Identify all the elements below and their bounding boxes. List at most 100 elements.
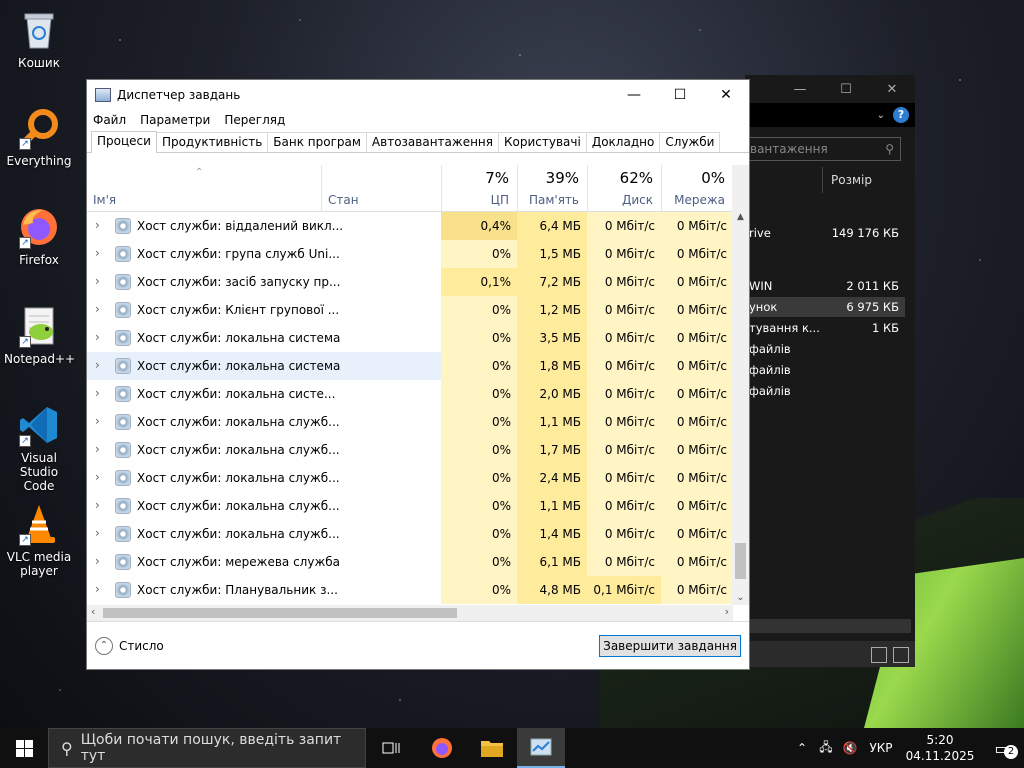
scroll-down-icon[interactable]: ⌄ [732, 592, 749, 603]
tiles-view-icon[interactable] [893, 647, 909, 663]
vertical-scrollbar[interactable]: ▲ ⌄ [732, 165, 749, 605]
background-explorer-window[interactable]: — ☐ ✕ ⌄ ? вантаження ⚲ Розмір rive 149 17… [745, 75, 915, 667]
process-name-cell: › Хост служби: Клієнт групової ... [87, 296, 441, 324]
list-item[interactable]: файлів [745, 381, 905, 401]
list-item[interactable]: WIN 2 011 КБ [745, 276, 905, 296]
explorer-search-input[interactable]: вантаження ⚲ [745, 137, 901, 161]
close-button[interactable]: ✕ [703, 80, 749, 109]
table-row[interactable]: › Хост служби: локальна система 0% 3,5 МБ 0 … [87, 324, 733, 352]
scroll-up-icon[interactable]: ▲ [732, 212, 749, 226]
list-item[interactable]: файлів [745, 360, 905, 380]
title-bar[interactable]: Диспетчер завдань — ☐ ✕ [87, 80, 749, 109]
table-row[interactable]: › Хост служби: віддалений викл... 0,4% 6,4 … [87, 212, 733, 240]
expand-chevron-icon[interactable]: › [95, 526, 100, 540]
column-size-header[interactable]: Розмір [823, 167, 872, 193]
volume-muted-icon[interactable]: 🔇 [838, 741, 862, 755]
desktop-icon-vscode[interactable]: ↗ Visual Studio Code [4, 403, 74, 493]
chevron-down-icon[interactable]: ⌄ [877, 110, 885, 121]
clock[interactable]: 5:20 04.11.2025 [900, 732, 980, 764]
task-view-button[interactable] [368, 728, 416, 768]
tab-app-history[interactable]: Банк програм [267, 132, 367, 152]
column-cpu-header[interactable]: 7% ЦП [441, 165, 517, 211]
table-row[interactable]: › Хост служби: локальна система 0% 1,8 МБ 0 … [87, 352, 733, 380]
notifications-button[interactable]: ▭ 2 [980, 739, 1024, 759]
expand-chevron-icon[interactable]: › [95, 386, 100, 400]
language-indicator[interactable]: УКР [862, 741, 900, 755]
horizontal-scrollbar[interactable] [749, 619, 911, 633]
cell-net: 0 Мбіт/с [661, 408, 733, 436]
show-hidden-icons-icon[interactable]: ⌃ [790, 741, 814, 755]
expand-chevron-icon[interactable]: › [95, 274, 100, 288]
task-manager-window[interactable]: Диспетчер завдань — ☐ ✕ Файл Параметри П… [86, 79, 750, 670]
expand-chevron-icon[interactable]: › [95, 498, 100, 512]
desktop-icon-everything[interactable]: ↗ Everything [4, 106, 74, 168]
expand-chevron-icon[interactable]: › [95, 442, 100, 456]
tab-users[interactable]: Користувачі [498, 132, 587, 152]
table-row[interactable]: › Хост служби: локальна служб... 0% 2,4 МБ 0… [87, 464, 733, 492]
start-button[interactable] [0, 728, 48, 768]
end-task-button[interactable]: Завершити завдання [599, 635, 741, 657]
scrollbar-thumb[interactable] [103, 608, 457, 618]
column-network-header[interactable]: 0% Мережа [661, 165, 733, 211]
list-item[interactable]: унок 6 975 КБ [745, 297, 905, 317]
column-memory-header[interactable]: 39% Пам'ять [517, 165, 587, 211]
scroll-left-icon[interactable]: ‹ [91, 605, 95, 618]
menu-file[interactable]: Файл [93, 113, 126, 127]
taskbar-task-manager[interactable] [517, 728, 565, 768]
cell-net: 0 Мбіт/с [661, 352, 733, 380]
scrollbar-thumb[interactable] [735, 543, 746, 579]
table-row[interactable]: › Хост служби: локальна служб... 0% 1,4 МБ 0… [87, 520, 733, 548]
scroll-right-icon[interactable]: › [725, 605, 729, 618]
desktop-icon-firefox[interactable]: ↗ Firefox [4, 205, 74, 267]
expand-chevron-icon[interactable]: › [95, 554, 100, 568]
list-item[interactable]: файлів [745, 339, 905, 359]
maximize-button[interactable]: ☐ [657, 80, 703, 109]
process-name-cell: › Хост служби: група служб Uni... [87, 240, 441, 268]
tab-startup[interactable]: Автозавантаження [365, 132, 499, 152]
column-status-header[interactable]: Стан [321, 165, 441, 211]
expand-chevron-icon[interactable]: › [95, 582, 100, 596]
table-row[interactable]: › Хост служби: група служб Uni... 0% 1,5 МБ… [87, 240, 733, 268]
desktop-icon-recycle-bin[interactable]: Кошик [4, 8, 74, 70]
expand-chevron-icon[interactable]: › [95, 470, 100, 484]
table-row[interactable]: › Хост служби: локальна служб... 0% 1,1 МБ 0… [87, 408, 733, 436]
table-row[interactable]: › Хост служби: локальна служб... 0% 1,7 МБ 0… [87, 436, 733, 464]
expand-chevron-icon[interactable]: › [95, 302, 100, 316]
table-row[interactable]: › Хост служби: засіб запуску пр... 0,1% 7,2… [87, 268, 733, 296]
table-row[interactable]: › Хост служби: мережева служба 0% 6,1 МБ 0 М… [87, 548, 733, 576]
column-disk-header[interactable]: 62% Диск [587, 165, 661, 211]
tab-performance[interactable]: Продуктивність [155, 132, 269, 152]
column-name-header[interactable]: ⌃ Ім'я [87, 165, 321, 211]
expand-chevron-icon[interactable]: › [95, 414, 100, 428]
table-row[interactable]: › Хост служби: Клієнт групової ... 0% 1,2 М… [87, 296, 733, 324]
list-item[interactable]: rive 149 176 КБ [745, 223, 905, 243]
table-row[interactable]: › Хост служби: локальна систе... 0% 2,0 МБ 0… [87, 380, 733, 408]
details-view-icon[interactable] [871, 647, 887, 663]
minimize-button[interactable]: — [611, 80, 657, 109]
expand-chevron-icon[interactable]: › [95, 246, 100, 260]
expand-chevron-icon[interactable]: › [95, 330, 100, 344]
horizontal-scrollbar[interactable]: ‹ › [87, 605, 733, 621]
taskbar-firefox[interactable] [418, 728, 466, 768]
desktop-icon-vlc[interactable]: ↗ VLC media player [4, 502, 74, 578]
table-row[interactable]: › Хост служби: локальна служб... 0% 1,1 МБ 0… [87, 492, 733, 520]
tab-details[interactable]: Докладно [585, 132, 661, 152]
menu-view[interactable]: Перегляд [224, 113, 285, 127]
list-item[interactable]: тування к... 1 КБ [745, 318, 905, 338]
minimize-icon[interactable]: — [777, 82, 823, 97]
expand-chevron-icon[interactable]: › [95, 218, 100, 232]
taskbar-file-explorer[interactable] [468, 728, 516, 768]
tab-services[interactable]: Служби [659, 132, 721, 152]
network-icon[interactable]: 🖧 [814, 738, 838, 759]
help-icon[interactable]: ? [893, 107, 909, 123]
table-row[interactable]: › Хост служби: Планувальник з... 0% 4,8 МБ 0… [87, 576, 733, 604]
tab-processes[interactable]: Процеси [91, 131, 157, 153]
taskbar-search-input[interactable]: ⚲ Щоби почати пошук, введіть запит тут [48, 728, 366, 768]
desktop-icon-notepadpp[interactable]: ↗ Notepad++ [4, 304, 75, 366]
fewer-details-button[interactable]: ⌃ Стисло [95, 637, 164, 655]
menu-options[interactable]: Параметри [140, 113, 210, 127]
close-icon[interactable]: ✕ [869, 82, 915, 97]
maximize-icon[interactable]: ☐ [823, 82, 869, 97]
expand-chevron-icon[interactable]: › [95, 358, 100, 372]
close-icon: ✕ [720, 86, 732, 103]
